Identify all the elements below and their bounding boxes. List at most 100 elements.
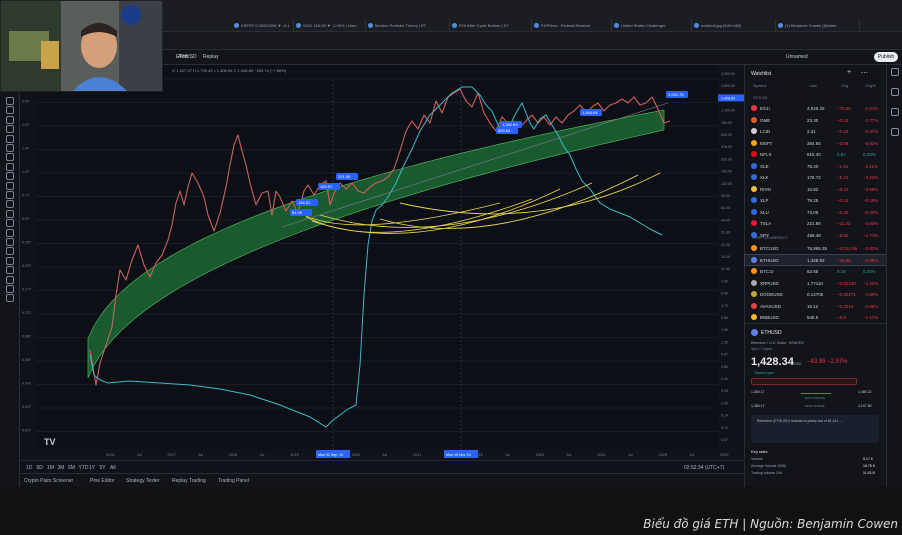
panel-toggle-icon[interactable] <box>891 88 899 96</box>
drawing-tool-icon[interactable] <box>6 209 14 218</box>
drawing-tool-icon[interactable] <box>6 106 14 115</box>
range-button[interactable]: 1M <box>47 465 54 471</box>
time-axis-label: 2020 <box>352 453 360 457</box>
watchlist-last: 0.14706 <box>807 292 824 297</box>
watchlist-row[interactable]: DOGEUSD 0.14706 −0.00271 −1.80% <box>745 289 887 299</box>
price-chart[interactable]: 3,000.00 2,600.00 1,428.83 1,100.00 780.00 54… <box>20 65 744 460</box>
browser-tab[interactable]: Modern Portfolio Theory | ET <box>366 19 450 32</box>
range-button[interactable]: 1D <box>26 465 32 471</box>
browser-tab[interactable]: GGG 416.05 ▼ -1.06% | Unru <box>294 19 366 32</box>
watchlist-chg: −0.41 <box>837 186 849 192</box>
range-button[interactable]: YTD <box>79 465 89 471</box>
watchlist-row[interactable]: GME 23.30 −0.43 −1.77% <box>745 115 887 125</box>
panel-toggle-icon[interactable] <box>891 128 899 136</box>
section-crypto[interactable]: CRYPTOCURRENCY <box>753 236 787 240</box>
watchlist-row[interactable]: XLE 75.40 −1.61 −2.11% <box>745 161 887 171</box>
bottom-panel-tab[interactable]: Crypto Pairs Screener <box>24 478 73 484</box>
watchlist-chg: −8.62 <box>837 232 849 238</box>
drawing-tool-icon[interactable] <box>6 162 14 171</box>
stat-value: 11.53 B <box>863 471 875 475</box>
drawing-tool-icon[interactable] <box>6 172 14 181</box>
bottom-panel-tab[interactable]: Replay Trading <box>172 478 206 484</box>
watchlist-last: 1,428.83 <box>807 257 825 263</box>
drawing-tool-icon[interactable] <box>6 191 14 199</box>
watchlist-row[interactable]: ES1! 4,940.25 −75.50 −1.51% <box>745 103 887 113</box>
drawing-tool-icon[interactable] <box>6 228 14 237</box>
watchlist-row[interactable]: XRPUSD 1.77110 −0.02180 −1.22% <box>745 278 887 288</box>
browser-tab[interactable]: EDPNow - Federal Reserve <box>532 19 612 32</box>
add-symbol-icon[interactable]: + <box>847 69 851 76</box>
watchlist-row[interactable]: NFLX 815.40 2.67 0.33% <box>745 149 887 159</box>
drawing-tool-icon[interactable] <box>6 200 14 209</box>
alert-button-visible[interactable]: Alert <box>178 54 188 60</box>
range-button[interactable]: 3M <box>58 465 65 471</box>
layout-name[interactable]: Unnamed <box>786 54 808 60</box>
watchlist-row[interactable]: BNBUSD 546.5 −6.9 −1.17% <box>745 312 887 322</box>
section-stocks[interactable]: STOCKS <box>753 96 767 100</box>
more-icon[interactable]: ⋯ <box>861 69 868 77</box>
clock[interactable]: 02:52:34 (UTC+7) <box>684 465 724 471</box>
watchlist-row[interactable]: LCID 2.31 −0.15 −0.37% <box>745 126 887 136</box>
drawing-tool-icon[interactable] <box>6 125 14 134</box>
watchlist-row[interactable]: AVAXUSD 16.12 −0.3310 −1.98% <box>745 301 887 311</box>
browser-tab[interactable]: United States Challenger <box>612 19 692 32</box>
browser-tab[interactable]: ROI After Cycle Bottom | ET <box>450 19 532 32</box>
watchlist-row[interactable]: ETHUSD 1,428.83 −49.95 −3.38% <box>744 253 888 266</box>
browser-tab[interactable]: solidbull.jpg (640×480) <box>692 19 776 32</box>
week-low: 1,384.17 <box>751 404 765 408</box>
watchlist-last: 4,940.25 <box>807 106 825 111</box>
drawing-tool-icon[interactable] <box>6 256 14 265</box>
watchlist-pct: −0.37% <box>863 129 879 134</box>
drawing-tool-icon[interactable] <box>6 153 14 162</box>
watchlist-row[interactable]: XLU 73.09 −0.29 −0.40% <box>745 207 887 217</box>
watchlist-chg: −5.73 <box>837 175 849 180</box>
replay-button[interactable]: Replay <box>203 54 219 60</box>
watchlist-row[interactable]: XLK 176.72 −5.73 −3.23% <box>745 172 887 182</box>
panel-toggle-icon[interactable] <box>891 68 899 76</box>
watchlist-row[interactable]: BTCUSD 76,865.35 −3,012.95 −3.92% <box>745 243 887 253</box>
watchlist-pct: −1.51% <box>863 106 879 111</box>
symbol-logo-icon <box>751 128 757 134</box>
drawing-tool-icon[interactable] <box>6 144 14 152</box>
price-axis-label: 15.00 <box>721 255 730 259</box>
drawing-tool-icon[interactable] <box>6 238 14 246</box>
promo-bar[interactable] <box>751 378 857 385</box>
range-button[interactable]: 5D <box>37 465 43 471</box>
drawing-tool-icon[interactable] <box>6 285 14 293</box>
publish-button[interactable]: Publish <box>874 52 898 62</box>
range-button[interactable]: All <box>110 465 116 471</box>
drawing-tool-icon[interactable] <box>6 247 14 256</box>
news-card[interactable]: Ethereum (ETHUSD) reached a yearly low o… <box>751 415 879 443</box>
bottom-panel-tab[interactable]: Pine Editor <box>90 478 114 484</box>
watchlist-sym: LCID <box>760 129 771 134</box>
drawing-tool-icon[interactable] <box>6 266 14 275</box>
drawing-tool-icon[interactable] <box>6 275 14 284</box>
drawing-tool-icon[interactable] <box>6 134 14 143</box>
time-axis-label: Jul <box>567 453 572 457</box>
watchlist-title[interactable]: Watchlist <box>751 71 771 77</box>
time-axis-label: Jul <box>198 453 203 457</box>
drawing-tool-icon[interactable] <box>6 219 14 228</box>
watchlist-row[interactable]: TSLA 221.86 −11.43 −4.90% <box>745 218 887 228</box>
panel-toggle-icon[interactable] <box>891 108 899 116</box>
watchlist-row[interactable]: XLP 79.25 −0.15 −0.19% <box>745 195 887 205</box>
watchlist-row[interactable]: MSFT 384.55 −3.58 −0.92% <box>745 138 887 148</box>
chart-pane[interactable]: O 1,427.37 H 1,790.43 L 1,408.96 C 1,428… <box>20 65 744 460</box>
browser-tab[interactable]: (1) Benjamin Cowen (@inthe <box>776 19 860 32</box>
symbol-logo-icon <box>751 139 757 146</box>
watchlist-row[interactable]: RIVN 10.82 −0.41 −3.69% <box>745 184 887 194</box>
range-button[interactable]: 5Y <box>100 465 106 471</box>
drawing-tool-icon[interactable] <box>6 115 14 124</box>
watchlist-row[interactable]: BTC.D 62.65 0.19 0.33% <box>745 266 887 276</box>
drawing-tool-icon[interactable] <box>6 97 14 105</box>
browser-tab[interactable]: ERFRT 0.00002208 ▼ -0.1 <box>232 19 294 32</box>
watchlist-last: 62.65 <box>807 269 819 274</box>
range-button[interactable]: 1Y <box>89 465 95 471</box>
left-axis-label: 0.02T <box>22 429 32 433</box>
drawing-tool-icon[interactable] <box>6 181 14 190</box>
bottom-panel-tab[interactable]: Trading Panel <box>218 478 249 484</box>
bottom-panel-tab[interactable]: Strategy Tester <box>126 478 160 484</box>
drawing-tool-icon[interactable] <box>6 294 14 303</box>
range-button[interactable]: 6M <box>68 465 75 471</box>
watchlist-chg: 0.19 <box>837 269 846 274</box>
